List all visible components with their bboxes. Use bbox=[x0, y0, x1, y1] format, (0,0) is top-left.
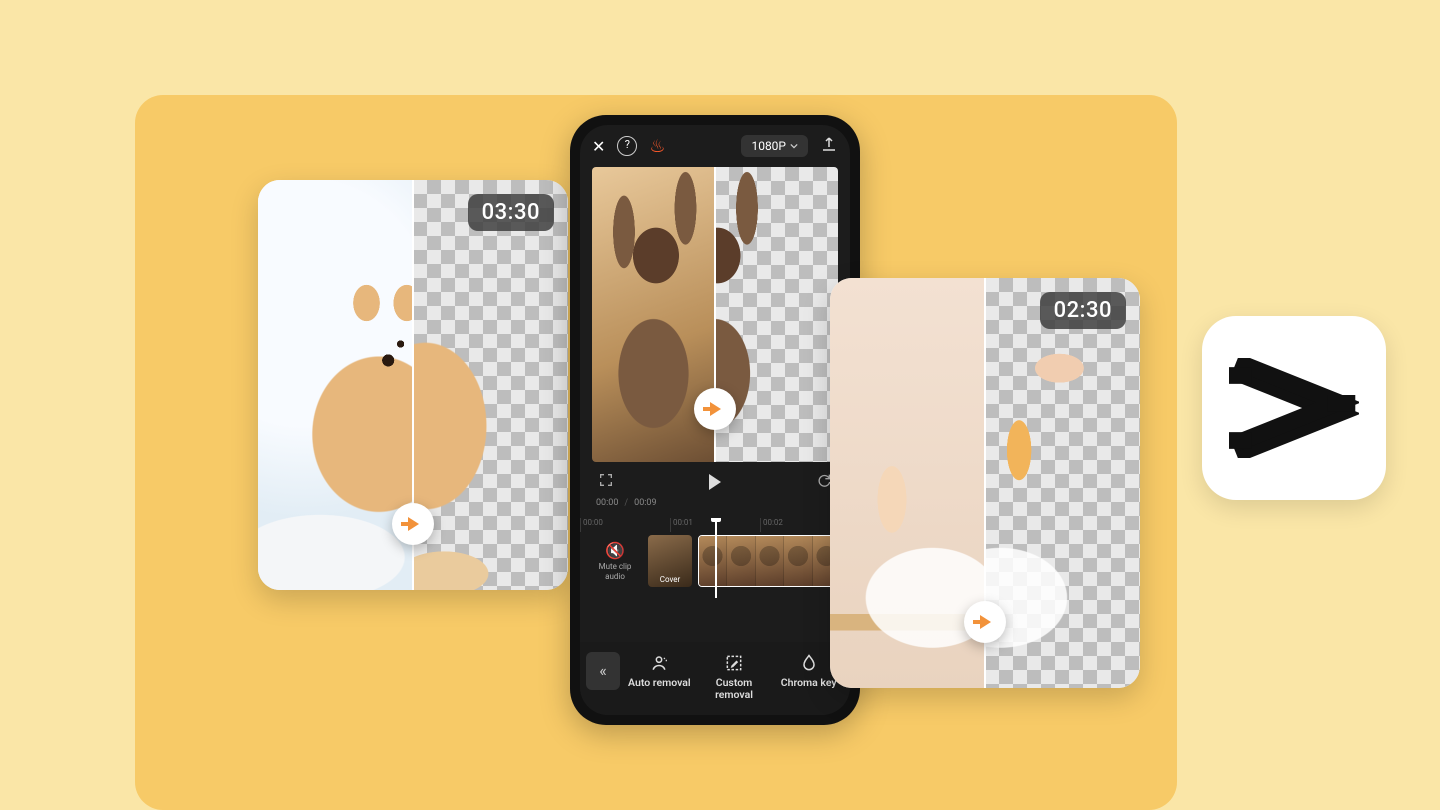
app-logo-tile bbox=[1202, 316, 1386, 500]
person-icon bbox=[624, 652, 695, 674]
expand-icon[interactable] bbox=[598, 472, 614, 492]
back-button[interactable]: « bbox=[586, 652, 620, 690]
play-icon[interactable] bbox=[709, 474, 721, 490]
resolution-selector[interactable]: 1080P bbox=[741, 135, 808, 157]
video-preview[interactable] bbox=[592, 167, 838, 462]
timestamp-badge: 02:30 bbox=[1040, 292, 1126, 329]
timeline[interactable]: 00:00 00:01 00:02 🔇 Mute clip audio Cove… bbox=[580, 518, 850, 598]
tool-auto-removal[interactable]: Auto removal bbox=[624, 652, 695, 689]
mute-clip-audio[interactable]: 🔇 Mute clip audio bbox=[588, 541, 642, 581]
comparison-card-right: 02:30 bbox=[830, 278, 1140, 688]
close-icon[interactable] bbox=[592, 137, 605, 156]
cover-thumbnail[interactable]: Cover bbox=[648, 535, 692, 587]
help-icon[interactable] bbox=[617, 136, 637, 156]
split-handle[interactable] bbox=[694, 388, 736, 430]
timecode-display: 00:00 / 00:09 bbox=[580, 498, 850, 514]
current-time: 00:00 bbox=[596, 498, 618, 508]
flame-icon[interactable] bbox=[649, 136, 665, 157]
card-original-half bbox=[258, 180, 413, 590]
export-icon[interactable] bbox=[820, 135, 838, 157]
chevron-down-icon bbox=[790, 143, 798, 149]
split-handle[interactable] bbox=[392, 503, 434, 545]
playhead[interactable] bbox=[715, 518, 717, 598]
phone-screen: 1080P 00:00 / bbox=[580, 125, 850, 715]
clip-strip[interactable]: 7.0s bbox=[698, 535, 842, 587]
speaker-muted-icon: 🔇 bbox=[588, 541, 642, 560]
arrow-right-icon bbox=[710, 402, 721, 416]
capcut-logo bbox=[1229, 358, 1359, 458]
bottom-toolbar: « Auto removal Custom removal Chroma key bbox=[580, 642, 850, 715]
arrow-right-icon bbox=[408, 517, 419, 531]
arrow-right-icon bbox=[980, 615, 991, 629]
timestamp-badge: 03:30 bbox=[468, 194, 554, 231]
split-handle[interactable] bbox=[964, 601, 1006, 643]
comparison-card-left: 03:30 bbox=[258, 180, 568, 590]
card-transparent-half bbox=[985, 278, 1140, 688]
editor-topbar: 1080P bbox=[580, 125, 850, 167]
card-original-half bbox=[830, 278, 985, 688]
resolution-label: 1080P bbox=[751, 139, 786, 153]
total-time: 00:09 bbox=[634, 498, 656, 508]
pen-square-icon bbox=[699, 652, 770, 674]
transport-bar bbox=[580, 462, 850, 498]
phone-mockup: 1080P 00:00 / bbox=[570, 115, 860, 725]
card-transparent-half bbox=[413, 180, 568, 590]
tool-custom-removal[interactable]: Custom removal bbox=[699, 652, 770, 701]
